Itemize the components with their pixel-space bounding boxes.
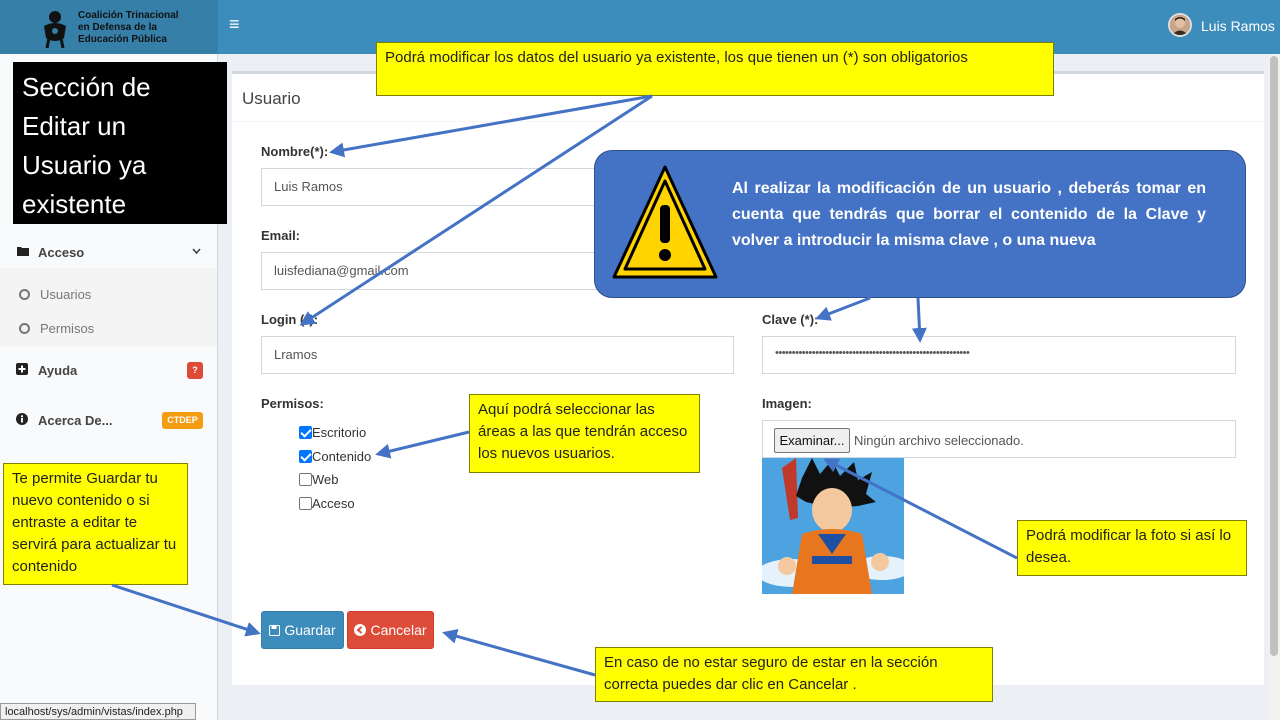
nombre-input[interactable]: Luis Ramos bbox=[261, 168, 611, 206]
save-button-label: Guardar bbox=[284, 622, 336, 638]
sidebar-item-acceso[interactable]: Acceso bbox=[38, 245, 84, 260]
permisos-callout: Aquí podrá seleccionar las áreas a las q… bbox=[469, 394, 700, 473]
checkbox-label-web: Web bbox=[312, 472, 339, 487]
checkbox-contenido[interactable] bbox=[299, 450, 312, 463]
ayuda-badge: ? bbox=[187, 362, 203, 379]
cancel-button[interactable]: Cancelar bbox=[347, 611, 434, 649]
folder-icon bbox=[17, 247, 29, 256]
photo-callout: Podrá modificar la foto si así lo desea. bbox=[1017, 520, 1247, 576]
cancel-button-label: Cancelar bbox=[370, 622, 427, 638]
checkbox-acceso[interactable] bbox=[299, 497, 312, 510]
sidebar-item-permisos[interactable]: Permisos bbox=[40, 321, 94, 336]
imagen-label: Imagen: bbox=[762, 396, 812, 411]
warning-triangle-icon bbox=[612, 165, 718, 279]
acerca-badge: CTDEP bbox=[162, 412, 203, 429]
org-name-line1: Coalición Trinacional bbox=[78, 10, 179, 21]
arrow-circle-left-icon bbox=[354, 624, 367, 636]
floppy-disk-icon bbox=[269, 624, 281, 636]
sidebar-item-usuarios[interactable]: Usuarios bbox=[40, 287, 91, 302]
sidebar-item-acerca[interactable]: Acerca De... bbox=[38, 413, 112, 428]
warning-text: Al realizar la modificación de un usuari… bbox=[732, 180, 1206, 249]
chevron-down-icon[interactable] bbox=[192, 248, 201, 254]
menu-toggle-icon[interactable]: ≡ bbox=[229, 14, 240, 35]
checkbox-label-escritorio: Escritorio bbox=[312, 425, 367, 440]
circle-icon bbox=[19, 289, 30, 300]
sidebar-item-ayuda[interactable]: Ayuda bbox=[38, 363, 77, 378]
guardar-callout: Te permite Guardar tu nuevo contenido o … bbox=[3, 463, 188, 585]
top-note-callout: Podrá modificar los datos del usuario ya… bbox=[376, 42, 1054, 96]
box-divider bbox=[232, 121, 1264, 122]
file-status: Ningún archivo seleccionado. bbox=[854, 433, 1024, 448]
scrollbar-thumb[interactable] bbox=[1270, 56, 1278, 656]
checkbox-label-acceso: Acceso bbox=[312, 496, 355, 511]
plus-square-icon bbox=[16, 363, 28, 375]
nombre-label: Nombre(*): bbox=[261, 144, 329, 159]
sidebar-submenu bbox=[0, 268, 217, 346]
avatar[interactable] bbox=[1168, 13, 1192, 37]
permisos-label: Permisos: bbox=[261, 396, 324, 411]
save-button[interactable]: Guardar bbox=[261, 611, 344, 649]
checkbox-web[interactable] bbox=[299, 473, 312, 486]
user-name[interactable]: Luis Ramos bbox=[1201, 18, 1275, 34]
org-name-line3: Educación Pública bbox=[78, 34, 167, 45]
clave-label: Clave (*): bbox=[762, 312, 819, 327]
info-circle-icon bbox=[16, 413, 28, 425]
org-name-line2: en Defensa de la bbox=[78, 22, 157, 33]
org-name: Coalición Trinacional en Defensa de la E… bbox=[78, 10, 208, 46]
clave-input[interactable]: ••••••••••••••••••••••••••••••••••••••••… bbox=[762, 336, 1236, 374]
checkbox-escritorio[interactable] bbox=[299, 426, 312, 439]
email-input[interactable]: luisfediana@gmail.com bbox=[261, 252, 611, 290]
email-label: Email: bbox=[261, 228, 301, 243]
box-title: Usuario bbox=[242, 89, 301, 108]
user-avatar-icon bbox=[1170, 15, 1190, 35]
circle-icon bbox=[19, 323, 30, 334]
logo-icon bbox=[44, 11, 66, 48]
checkbox-label-contenido: Contenido bbox=[312, 449, 372, 464]
browse-button[interactable]: Examinar... bbox=[774, 428, 850, 453]
cancel-callout: En caso de no estar seguro de estar en l… bbox=[595, 647, 993, 702]
login-input[interactable]: Lramos bbox=[261, 336, 734, 374]
profile-photo bbox=[762, 458, 904, 594]
section-title-callout: Sección de Editar un Usuario ya existent… bbox=[13, 62, 227, 224]
status-bar-url: localhost/sys/admin/vistas/index.php bbox=[0, 703, 196, 720]
login-label: Login (*): bbox=[261, 312, 319, 327]
